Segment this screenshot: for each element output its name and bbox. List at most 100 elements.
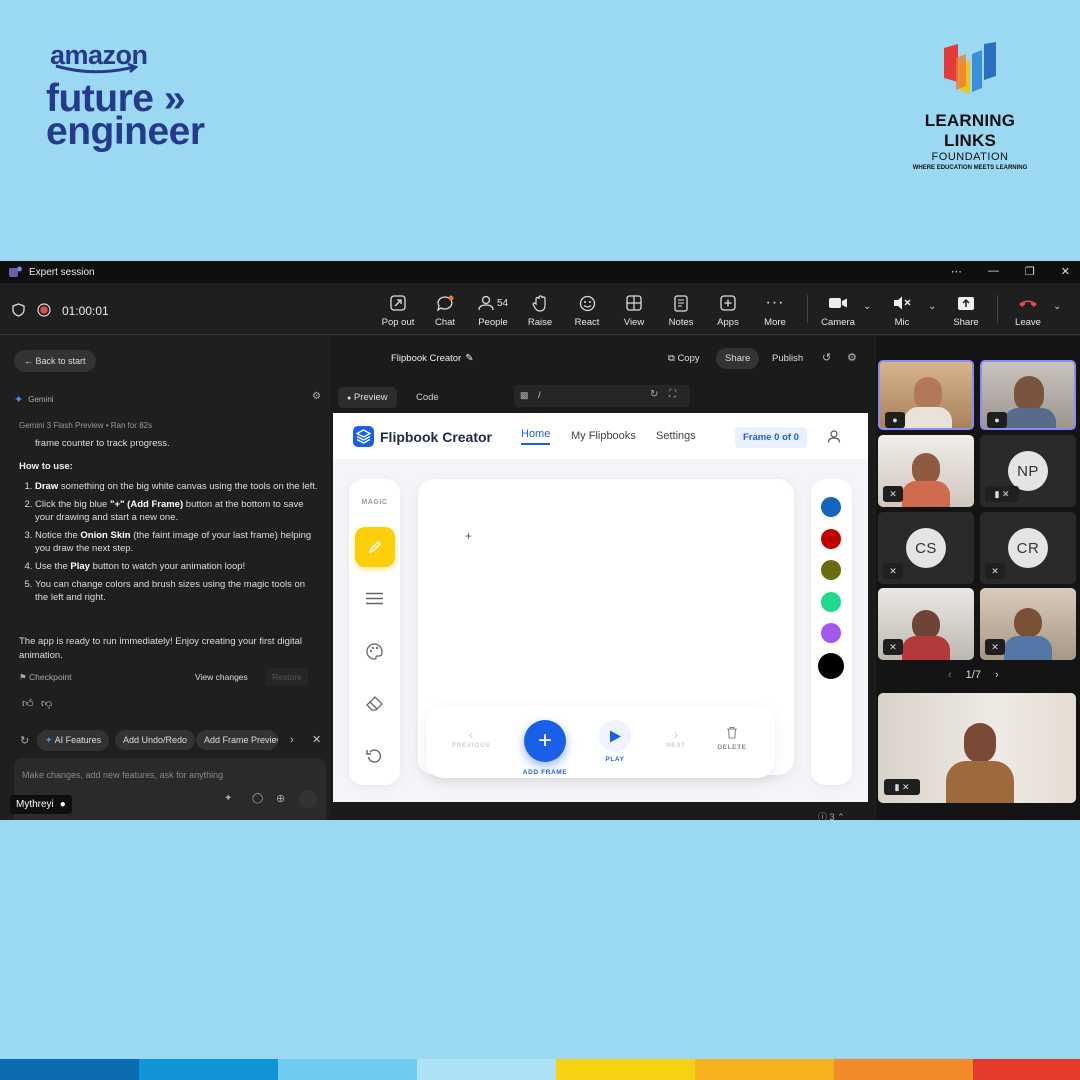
refresh-suggestions-icon[interactable]: ↻ [20,734,29,747]
publish-button[interactable]: Publish [772,353,803,364]
chevron-right-icon[interactable]: › [290,734,294,746]
add-frame-button[interactable]: + [524,720,566,762]
share-project-button[interactable]: Share [716,348,760,369]
participant-body [1004,636,1052,660]
copy-button[interactable]: ⧉ Copy [668,353,700,364]
edit-pencil-icon[interactable]: ✎ [465,353,473,364]
add-undo-redo-chip[interactable]: Add Undo/Redo [115,730,196,750]
delete-button[interactable]: DELETE [709,726,755,751]
user-profile-icon[interactable] [827,429,841,443]
leave-options-chevron-icon[interactable]: ⌄ [1053,301,1061,312]
mic-muted-icon: ✕ [883,563,903,579]
howto-step: You can change colors and brush sizes us… [35,578,320,604]
ellipsis-icon: ··· [765,294,785,311]
device-toggle-icon[interactable]: ▩ [520,390,529,401]
share-screen-icon [958,296,974,310]
chat-icon [436,295,454,311]
nav-my-flipbooks[interactable]: My Flipbooks [571,430,636,442]
shield-icon [12,303,25,317]
mic-button[interactable]: Mic [879,293,925,328]
minimize-button[interactable]: — [988,265,999,278]
llf-tagline: WHERE EDUCATION MEETS LEARNING [912,165,1028,171]
camera-button[interactable]: Camera [815,293,861,328]
restore-button[interactable]: Restore [266,668,308,686]
color-swatch[interactable] [818,652,844,679]
prompt-input[interactable]: Make changes, add new features, ask for … [22,770,223,780]
previous-button[interactable]: ‹ PREVIOUS [446,726,496,749]
raise-label: Raise [527,317,553,328]
people-button[interactable]: 54 People [469,293,517,328]
next-page-icon[interactable]: › [995,669,999,681]
participant-tile-7[interactable]: ✕ [878,588,974,660]
back-to-start-button[interactable]: ← Back to start [14,350,96,372]
fullscreen-icon[interactable]: ⛶ [669,389,676,400]
thumbs-down-icon[interactable]: 👎︎ [41,697,52,710]
howto-step: Draw something on the big white canvas u… [35,480,320,493]
presenter-name: Mythreyi [16,799,54,810]
participant-tile-2[interactable]: ● [980,360,1076,430]
eraser-icon[interactable] [366,696,383,711]
editor-settings-icon[interactable]: ⚙ [847,351,857,364]
prev-page-icon[interactable]: ‹ [948,669,952,681]
tab-code[interactable]: Code [416,392,439,403]
color-swatch[interactable] [821,623,841,643]
ai-features-chip[interactable]: ✦ AI Features [37,730,110,751]
chat-button[interactable]: Chat [422,293,468,328]
color-swatch[interactable] [821,560,841,580]
raise-hand-button[interactable]: Raise [517,293,563,328]
magic-wand-icon[interactable]: ✦ [224,793,232,804]
self-view-tile[interactable]: ▮ ✕ [878,693,1076,803]
close-button[interactable]: ✕ [1061,265,1070,278]
preview-url-bar[interactable]: ▩ / [514,385,690,407]
window-controls: ⋯ — ❐ ✕ [951,265,1070,278]
tab-preview[interactable]: ● Preview [338,387,397,408]
mic-options-chevron-icon[interactable]: ⌄ [928,301,936,312]
leave-button[interactable]: Leave [1005,293,1051,328]
reload-icon[interactable]: ↻ [650,389,658,400]
nav-home[interactable]: Home [521,428,551,445]
camera-options-chevron-icon[interactable]: ⌄ [863,301,871,312]
close-suggestions-icon[interactable]: ✕ [312,733,321,746]
microphone-icon[interactable]: ◯ [252,793,263,804]
nav-settings[interactable]: Settings [656,430,696,442]
page-indicator: 1/7 [965,669,981,681]
add-attachment-icon[interactable]: ⊕ [276,792,285,805]
view-changes-button[interactable]: View changes [195,672,248,682]
participant-tile-8[interactable]: ✕ [980,588,1076,660]
participant-tile-cr[interactable]: CR ✕ [980,512,1076,584]
settings-gear-icon[interactable]: ⚙ [312,391,321,402]
view-button[interactable]: View [611,293,657,328]
participant-tile-3[interactable]: ✕ [878,435,974,507]
apps-button[interactable]: Apps [705,293,751,328]
step-text: Use the [35,561,71,572]
popout-button[interactable]: Pop out [375,293,421,328]
people-count: 54 [496,297,509,309]
color-swatch[interactable] [821,591,841,612]
more-button[interactable]: ··· More [752,293,798,328]
participant-tile-np[interactable]: NP ▮ ✕ [980,435,1076,507]
color-swatch[interactable] [821,497,841,517]
share-screen-button[interactable]: Share [943,293,989,328]
maximize-button[interactable]: ❐ [1025,265,1035,278]
grid-view-icon [626,295,642,311]
send-button[interactable] [299,790,317,808]
gemini-sparkle-icon: ✦ [14,394,24,406]
undo-icon[interactable] [366,748,382,764]
chevron-right-icon: › [673,726,679,742]
notes-button[interactable]: Notes [658,293,704,328]
react-button[interactable]: React [564,293,610,328]
palette-icon[interactable] [366,643,383,660]
history-icon[interactable]: ↺ [822,351,831,364]
more-options-icon[interactable]: ⋯ [951,265,962,278]
model-name: Gemini 3 Flash Preview [19,421,104,430]
add-frame-preview-chip[interactable]: Add Frame Preview [196,730,278,750]
play-button[interactable] [599,720,631,752]
participant-tile-cs[interactable]: CS ✕ [878,512,974,584]
thumbs-up-icon[interactable]: 👍︎ [22,697,34,710]
brush-size-icon[interactable] [366,592,383,605]
issues-indicator[interactable]: ⓘ 3 ⌃ [818,810,845,823]
next-button[interactable]: › NEXT [654,726,698,749]
pencil-tool-button[interactable] [355,527,395,567]
participant-tile-1[interactable]: ● [878,360,974,430]
color-swatch[interactable] [821,528,841,549]
